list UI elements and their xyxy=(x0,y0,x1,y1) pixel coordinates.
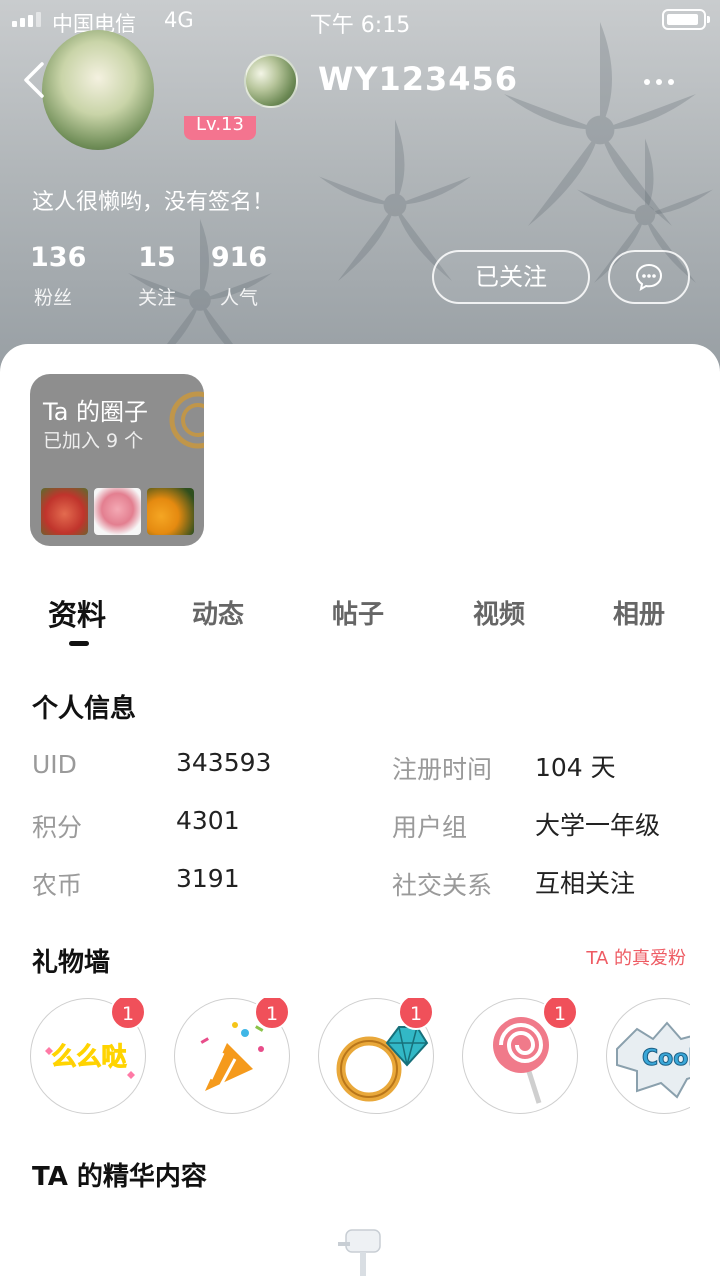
mailbox-icon xyxy=(338,1229,381,1276)
stat-label: 粉丝 xyxy=(34,287,73,309)
info-label-register-time: 注册时间 xyxy=(392,755,493,784)
info-label-relationship: 社交关系 xyxy=(392,871,493,900)
gift-list: 么么哒 1 1 1 1 Coo xyxy=(30,998,690,1118)
user-signature: 这人很懒哟，没有签名！ xyxy=(32,190,275,215)
gift-sticker-text: Cool xyxy=(642,1046,690,1071)
gift-count-badge: 1 xyxy=(110,998,146,1030)
circle-thumbnail xyxy=(147,488,194,535)
circle-thumbnail xyxy=(41,488,88,535)
nav-avatar xyxy=(244,54,298,108)
tab-albums[interactable]: 相册 xyxy=(613,594,665,631)
battery-icon xyxy=(662,9,710,30)
info-label-coins: 农币 xyxy=(32,871,83,900)
info-value-register-time: 104 天 xyxy=(535,753,616,782)
info-label-points: 积分 xyxy=(32,813,83,842)
true-fans-link[interactable]: TA 的真爱粉 xyxy=(586,944,686,970)
personal-info-title: 个人信息 xyxy=(32,694,137,724)
circle-thumbnail xyxy=(94,488,141,535)
featured-content-title: TA 的精华内容 xyxy=(32,1162,207,1192)
tab-profile[interactable]: 资料 xyxy=(48,592,106,634)
stat-value: 136 xyxy=(30,242,87,273)
stat-popularity: 916 人气 xyxy=(198,242,280,310)
circle-card-subtitle: 已加入 9 个 xyxy=(43,430,144,452)
stat-fans[interactable]: 136 粉丝 xyxy=(30,242,87,310)
info-value-user-group: 大学一年级 xyxy=(535,811,661,840)
info-value-uid: 343593 xyxy=(176,748,272,777)
more-icon xyxy=(644,79,650,85)
user-avatar[interactable] xyxy=(42,30,154,150)
gift-sticker-text: 么么哒 xyxy=(51,1042,126,1071)
stat-value: 15 xyxy=(138,242,176,273)
gift-count-badge: 1 xyxy=(398,998,434,1030)
info-label-user-group: 用户组 xyxy=(392,813,468,842)
info-value-relationship: 互相关注 xyxy=(535,869,636,898)
stat-value: 916 xyxy=(210,242,268,273)
page-title: WY123456 xyxy=(318,60,519,98)
info-value-coins: 3191 xyxy=(176,864,240,893)
stat-following[interactable]: 15 关注 xyxy=(116,242,198,310)
tab-activity[interactable]: 动态 xyxy=(192,594,244,631)
gift-count-badge: 1 xyxy=(254,998,290,1030)
circle-card[interactable]: Ta 的圈子 已加入 9 个 xyxy=(30,374,204,546)
more-button[interactable] xyxy=(644,70,680,94)
circle-logo-icon xyxy=(169,391,204,449)
profile-content: Ta 的圈子 已加入 9 个 资料 动态 帖子 视频 相册 个人信息 UID 3… xyxy=(0,344,720,1280)
stat-label: 人气 xyxy=(219,287,258,309)
back-button[interactable] xyxy=(18,58,58,102)
chat-button[interactable] xyxy=(608,250,690,304)
gift-wall-title: 礼物墙 xyxy=(32,948,111,978)
circle-thumbnails xyxy=(41,488,194,535)
tab-indicator xyxy=(69,641,89,646)
info-label-uid: UID xyxy=(32,750,77,779)
profile-tabs: 资料 动态 帖子 视频 相册 xyxy=(0,592,720,652)
cool-sticker-icon: Cool xyxy=(616,1021,690,1099)
user-stats: 136 粉丝 15 关注 916 人气 xyxy=(30,242,280,310)
profile-header: 中国电信 4G 下午 6:15 Lv.13 WY123456 这人很懒哟，没有签… xyxy=(0,0,720,380)
tab-posts[interactable]: 帖子 xyxy=(332,594,384,631)
tab-videos[interactable]: 视频 xyxy=(473,594,525,631)
stat-label: 关注 xyxy=(137,287,176,309)
level-badge: Lv.13 xyxy=(184,116,256,140)
chat-icon xyxy=(635,263,663,292)
info-value-points: 4301 xyxy=(176,806,240,835)
gift-item[interactable]: Cool xyxy=(606,998,690,1114)
follow-button[interactable]: 已关注 xyxy=(432,250,590,304)
chevron-left-icon xyxy=(24,62,44,98)
gift-count-badge: 1 xyxy=(542,998,578,1030)
circle-card-title: Ta 的圈子 xyxy=(43,398,149,426)
